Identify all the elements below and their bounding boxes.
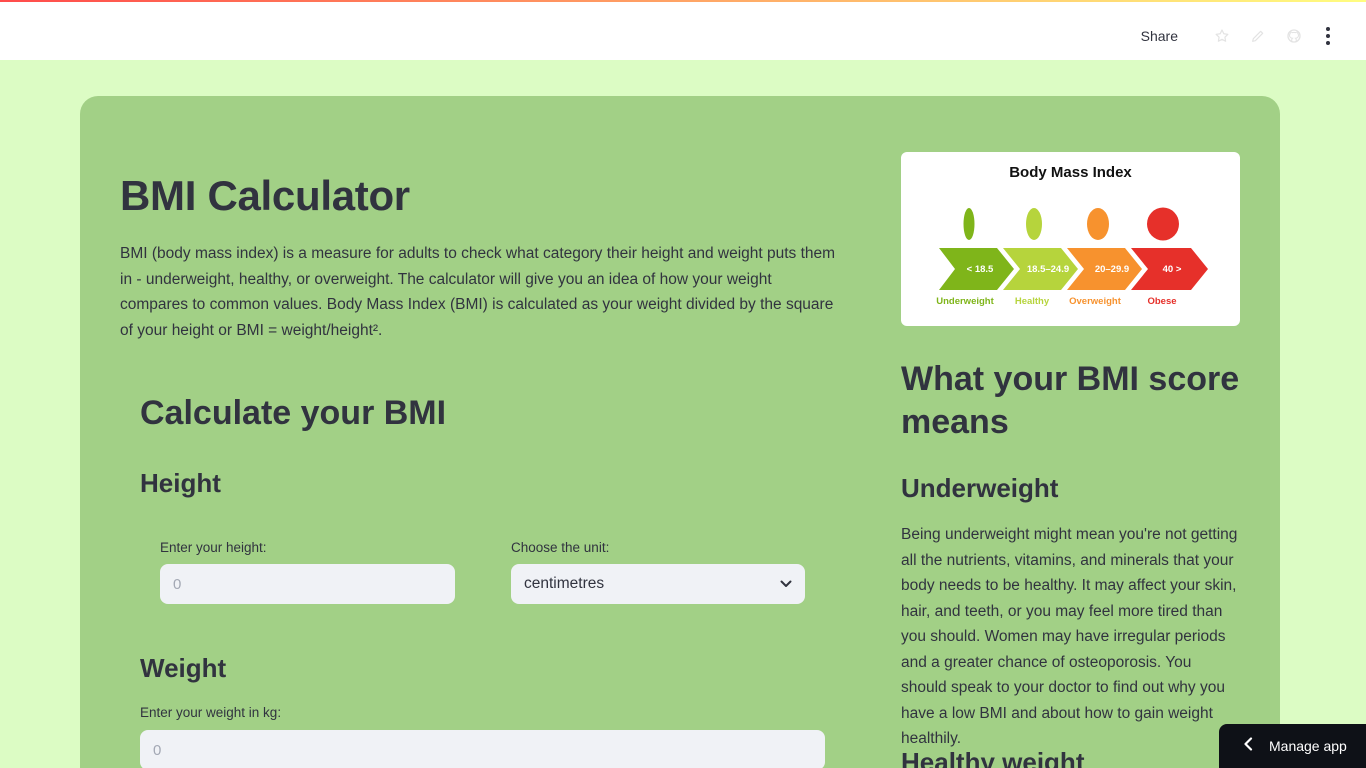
chevron-down-icon bbox=[780, 575, 792, 593]
bmi-chart-image: Body Mass Index < 18.5 18.5–24.9 20–29.9… bbox=[901, 152, 1240, 326]
healthy-range: 18.5–24.9 bbox=[1027, 264, 1069, 275]
edit-icon[interactable] bbox=[1240, 24, 1276, 48]
bmi-scale-graphic: < 18.5 18.5–24.9 20–29.9 40 > Underweigh… bbox=[936, 207, 1208, 307]
intro-paragraph: BMI (body mass index) is a measure for a… bbox=[120, 245, 836, 339]
height-heading: Height bbox=[140, 468, 221, 498]
header-decoration-bar bbox=[0, 0, 1366, 2]
underweight-label: Underweight bbox=[936, 296, 994, 307]
calculate-heading: Calculate your BMI bbox=[140, 394, 447, 432]
obese-figure bbox=[1147, 207, 1179, 241]
obese-range: 40 > bbox=[1163, 264, 1182, 275]
overweight-figure bbox=[1087, 208, 1109, 240]
app-header: Share bbox=[0, 0, 1366, 60]
height-input-label: Enter your height: bbox=[160, 540, 267, 555]
weight-heading: Weight bbox=[140, 653, 227, 683]
manage-app-button[interactable]: Manage app bbox=[1219, 724, 1366, 768]
underweight-paragraph: Being underweight might mean you're not … bbox=[901, 526, 1238, 747]
overweight-label: Overweight bbox=[1069, 296, 1122, 307]
healthy-figure bbox=[1026, 208, 1042, 240]
unit-select[interactable]: centimetres bbox=[511, 564, 805, 604]
manage-app-label: Manage app bbox=[1269, 738, 1347, 754]
underweight-figure bbox=[963, 208, 975, 240]
bmi-meaning-heading: What your BMI score means bbox=[901, 360, 1240, 441]
healthy-label: Healthy bbox=[1015, 296, 1050, 307]
obese-label: Obese bbox=[1147, 296, 1176, 307]
underweight-range: < 18.5 bbox=[967, 264, 994, 275]
weight-input[interactable] bbox=[140, 730, 825, 768]
app-toolbar: Share bbox=[1141, 24, 1340, 48]
healthy-weight-heading: Healthy weight bbox=[901, 747, 1085, 768]
page-title: BMI Calculator bbox=[120, 172, 410, 219]
unit-select-value: centimetres bbox=[524, 575, 605, 592]
unit-select-label: Choose the unit: bbox=[511, 540, 610, 555]
share-button[interactable]: Share bbox=[1141, 28, 1178, 44]
overweight-range: 20–29.9 bbox=[1095, 264, 1129, 275]
star-icon[interactable] bbox=[1204, 24, 1240, 48]
weight-input-label: Enter your weight in kg: bbox=[140, 705, 282, 720]
chevron-left-icon bbox=[1243, 736, 1253, 756]
github-icon[interactable] bbox=[1276, 24, 1312, 48]
more-vertical-icon[interactable] bbox=[1316, 24, 1340, 48]
height-input[interactable] bbox=[160, 564, 455, 604]
main-card: BMI Calculator BMI (body mass index) is … bbox=[80, 96, 1280, 768]
underweight-heading: Underweight bbox=[901, 473, 1059, 503]
